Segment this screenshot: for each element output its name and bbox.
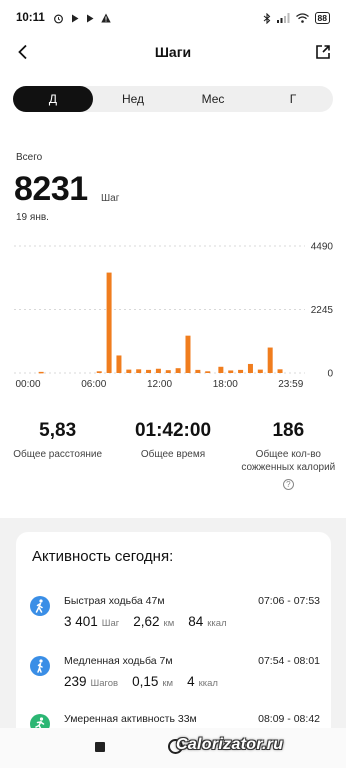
chart-bar <box>116 355 122 373</box>
calories-value: 186 <box>272 420 305 441</box>
chart-bar <box>175 368 181 373</box>
chart-bar <box>228 370 234 373</box>
status-time: 10:11 <box>16 12 45 24</box>
chart-bar <box>205 371 211 373</box>
chart-bar <box>218 366 224 373</box>
kcal-value: 84 <box>188 614 204 629</box>
bluetooth-icon <box>263 12 270 24</box>
chart-bar <box>195 369 201 373</box>
steps-value: 3 401 <box>64 614 98 629</box>
share-icon <box>316 45 330 59</box>
distance-unit: км <box>163 618 175 629</box>
chart-bar <box>277 369 283 373</box>
x-tick-label: 12:00 <box>147 379 172 390</box>
stats-row: 5,83 Общее расстояние 01:42:00 Общее вре… <box>0 420 346 492</box>
total-steps-value: 8231 <box>14 170 88 208</box>
activity-item[interactable]: Медленная ходьба 7м 07:54 - 08:01 239 Ша… <box>30 652 320 708</box>
summary-date: 19 янв. <box>16 212 49 223</box>
distance-value: 0,15 <box>132 674 159 689</box>
tab-month[interactable]: Мес <box>173 86 253 112</box>
tab-day[interactable]: Д <box>13 86 93 112</box>
activity-time: 07:06 - 07:53 <box>258 595 320 607</box>
notification-icons <box>53 13 111 24</box>
walk-icon <box>30 596 50 616</box>
x-tick-label: 18:00 <box>213 379 238 390</box>
chart-bar <box>247 363 253 373</box>
app-header: Шаги <box>0 36 346 70</box>
activity-name: Умеренная активность 33м <box>64 713 197 725</box>
play-icon <box>86 14 94 22</box>
distance-value: 5,83 <box>39 420 77 441</box>
activity-card: Активность сегодня: Быстрая ходьба 47м 0… <box>16 532 331 742</box>
system-nav-bar: Calorizator.ru <box>0 728 346 768</box>
tab-year[interactable]: Г <box>253 86 333 112</box>
time-label: Общее время <box>140 449 206 460</box>
chart-bar <box>136 369 142 373</box>
alarm-icon <box>53 14 63 23</box>
stat-time: 01:42:00 Общее время <box>115 420 230 492</box>
stat-distance: 5,83 Общее расстояние <box>0 420 115 492</box>
chart-bar <box>155 368 161 373</box>
chart-bar <box>257 369 263 373</box>
help-icon[interactable]: ? <box>282 479 294 490</box>
steps-unit: Шагов <box>90 678 119 689</box>
status-bar: 10:11 88 <box>0 0 346 36</box>
calories-label: Общее кол-во сожженных калорий <box>241 449 336 473</box>
period-tabs: Д Нед Мес Г <box>13 86 333 112</box>
walk-icon <box>30 656 50 676</box>
activity-metrics: 239 Шагов 0,15 км 4 ккал <box>64 674 228 689</box>
y-tick-label: 4490 <box>311 242 334 253</box>
x-tick-label: 06:00 <box>81 379 106 390</box>
activity-item[interactable]: Быстрая ходьба 47м 07:06 - 07:53 3 401 Ш… <box>30 592 320 648</box>
kcal-unit: ккал <box>198 678 218 689</box>
distance-value: 2,62 <box>133 614 160 629</box>
activity-metrics: 3 401 Шаг 2,62 км 84 ккал <box>64 614 237 629</box>
chart-bar <box>238 369 244 373</box>
x-tick-label: 23:59 <box>278 379 303 390</box>
chart-bar <box>126 369 132 373</box>
chart-bar <box>267 347 273 373</box>
kcal-value: 4 <box>187 674 195 689</box>
activity-time: 07:54 - 08:01 <box>258 655 320 667</box>
time-value: 01:42:00 <box>134 420 212 441</box>
tab-week[interactable]: Нед <box>93 86 173 112</box>
total-steps-unit: Шаг <box>101 193 120 204</box>
warning-icon <box>101 13 111 23</box>
chart-bar <box>165 370 171 373</box>
activity-name: Быстрая ходьба 47м <box>64 595 165 607</box>
activity-title: Активность сегодня: <box>32 548 174 565</box>
activity-time: 08:09 - 08:42 <box>258 713 320 725</box>
chart-bar <box>38 371 44 374</box>
y-tick-label: 0 <box>327 369 333 380</box>
steps-bar-chart: 4490 2245 0 00:00 06:00 12:00 18:00 23:59 <box>14 242 334 390</box>
watermark: Calorizator.ru <box>176 736 284 753</box>
chart-bar <box>185 335 191 373</box>
kcal-unit: ккал <box>207 618 227 629</box>
page-title: Шаги <box>154 44 192 60</box>
x-tick-label: 00:00 <box>15 379 40 390</box>
chart-bar <box>96 371 102 373</box>
steps-chart: 4490 2245 0 00:00 06:00 12:00 18:00 23:59 <box>0 238 346 393</box>
total-label: Всего <box>16 152 43 163</box>
y-tick-label: 2245 <box>311 305 334 316</box>
activity-name: Медленная ходьба 7м <box>64 655 173 667</box>
distance-label: Общее расстояние <box>13 449 103 460</box>
chart-bar <box>106 272 112 373</box>
play-icon <box>71 14 79 22</box>
steps-value: 239 <box>64 674 87 689</box>
wifi-icon <box>295 13 309 23</box>
battery-indicator: 88 <box>314 12 330 24</box>
steps-unit: Шаг <box>101 618 120 629</box>
stat-calories: 186 Общее кол-во сожженных калорий ? <box>231 420 346 492</box>
chart-bar <box>146 369 152 373</box>
distance-unit: км <box>162 678 174 689</box>
recents-button[interactable] <box>95 742 105 752</box>
signal-icon <box>276 13 290 23</box>
system-icons: 88 <box>263 12 330 24</box>
share-button[interactable] <box>310 39 336 65</box>
